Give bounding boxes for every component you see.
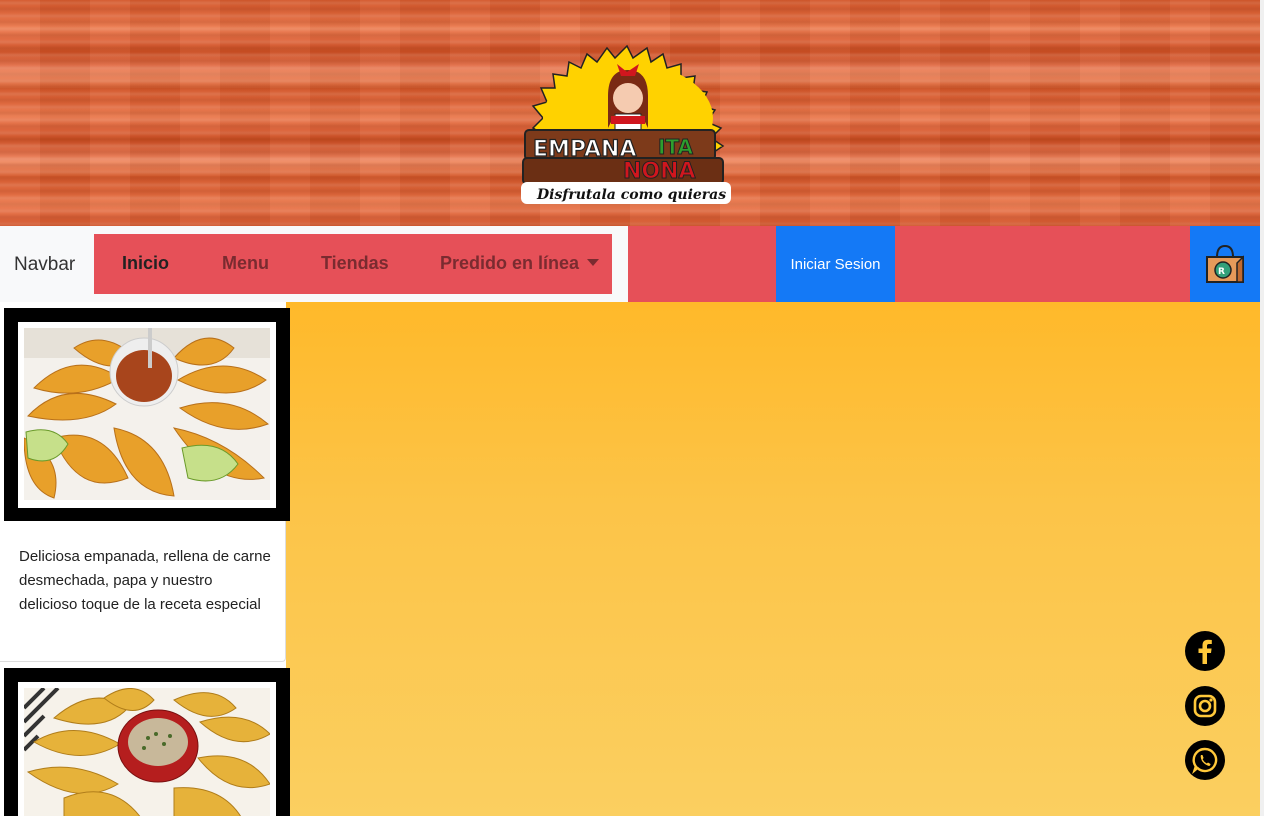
nav-link-pedido-en-linea[interactable]: Predido en línea: [440, 253, 600, 274]
main-content-area: [286, 302, 1260, 816]
product-card-image-container: [18, 322, 276, 508]
product-card-image-frame: [4, 668, 290, 816]
instagram-icon: [1186, 687, 1224, 725]
instagram-link[interactable]: [1185, 686, 1225, 726]
whatsapp-icon: [1186, 741, 1224, 779]
svg-text:ITA: ITA: [658, 135, 694, 159]
nav-link-inicio[interactable]: Inicio: [122, 253, 169, 274]
svg-text:R: R: [1218, 267, 1225, 277]
svg-text:Disfrutala como quieras: Disfrutala como quieras: [536, 187, 726, 203]
scrollbar[interactable]: [1260, 0, 1264, 816]
shopping-bag-icon: R: [1206, 244, 1244, 283]
whatsapp-link[interactable]: [1185, 740, 1225, 780]
navbar-brand[interactable]: Navbar: [14, 254, 75, 276]
empanadas-with-sauce-photo[interactable]: [24, 328, 270, 500]
empanadas-with-aji-photo[interactable]: [24, 688, 270, 816]
navbar-right-area: [628, 226, 1260, 302]
facebook-link[interactable]: [1185, 631, 1225, 671]
nav-link-tiendas[interactable]: Tiendas: [321, 253, 389, 274]
product-description: Deliciosa empanada, rellena de carne des…: [19, 548, 271, 613]
nav-link-menu[interactable]: Menu: [222, 253, 269, 274]
facebook-icon: [1186, 632, 1224, 670]
nav-link-pedido-label: Predido en línea: [440, 253, 580, 273]
svg-text:NONA: NONA: [623, 159, 696, 184]
cart-button[interactable]: R: [1190, 226, 1260, 302]
chevron-down-icon: [587, 258, 600, 266]
login-button[interactable]: Iniciar Sesion: [776, 226, 895, 302]
product-card-image-container: [18, 682, 276, 816]
svg-text:EMPANA: EMPANA: [533, 137, 637, 162]
product-card-image-frame: [4, 308, 290, 521]
nav-menu: Inicio Menu Tiendas Predido en línea: [94, 234, 612, 294]
empanadita-nona-logo[interactable]: EMPANA ITA NONA Disfrutala como quieras: [503, 18, 753, 208]
